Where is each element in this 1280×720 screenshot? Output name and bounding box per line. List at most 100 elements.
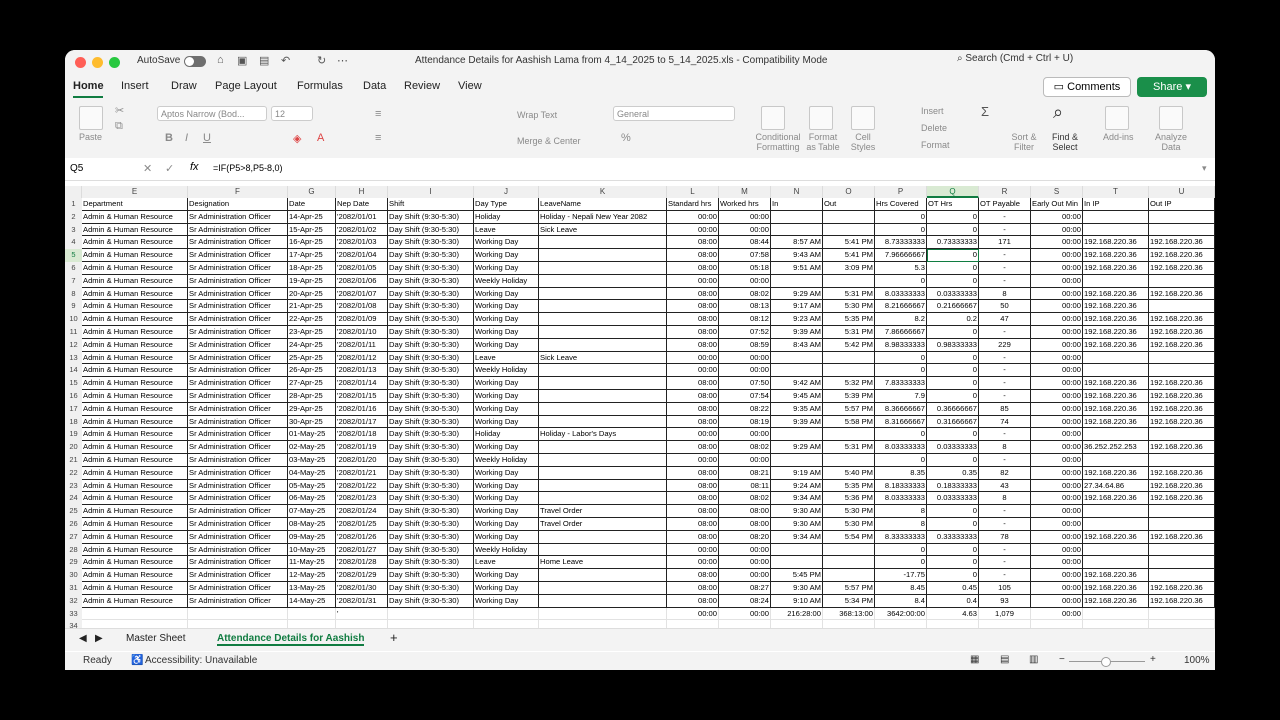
table-cell[interactable] bbox=[188, 607, 288, 621]
table-cell[interactable]: 192.168.220.36 bbox=[1149, 530, 1215, 544]
addins-icon[interactable] bbox=[1105, 106, 1129, 130]
row-header[interactable]: 27 bbox=[65, 530, 82, 544]
table-cell[interactable] bbox=[1083, 505, 1149, 518]
percent-icon[interactable]: % bbox=[621, 132, 631, 144]
table-cell[interactable]: 00:00 bbox=[667, 543, 719, 557]
table-cell[interactable]: Sr Administration Officer bbox=[188, 466, 288, 480]
table-cell[interactable]: Admin & Human Resource bbox=[82, 530, 188, 544]
header-cell[interactable]: LeaveName bbox=[539, 198, 667, 211]
table-cell[interactable] bbox=[1083, 274, 1149, 288]
table-cell[interactable]: 192.168.220.36 bbox=[1083, 326, 1149, 339]
table-cell[interactable]: Weekly Holiday bbox=[474, 543, 539, 557]
table-cell[interactable]: Sr Administration Officer bbox=[188, 543, 288, 557]
zoom-level[interactable]: 100% bbox=[1184, 655, 1210, 666]
table-cell[interactable]: Working Day bbox=[474, 338, 539, 352]
table-cell[interactable] bbox=[823, 543, 875, 557]
header-cell[interactable]: Department bbox=[82, 198, 188, 211]
table-cell[interactable] bbox=[823, 351, 875, 365]
table-cell[interactable]: 08:12 bbox=[719, 313, 771, 326]
find-select-label[interactable]: Find & Select bbox=[1051, 132, 1079, 152]
comments-button[interactable]: ▭ Comments bbox=[1043, 77, 1131, 97]
table-cell[interactable]: Day Shift (9:30-5:30) bbox=[388, 300, 474, 314]
table-cell[interactable]: 08:13 bbox=[719, 300, 771, 314]
table-cell[interactable]: 9:51 AM bbox=[771, 262, 823, 275]
table-cell[interactable]: 00:00 bbox=[1031, 518, 1083, 531]
table-cell[interactable]: 08:00 bbox=[667, 518, 719, 531]
table-cell[interactable]: 192.168.220.36 bbox=[1149, 402, 1215, 416]
table-cell[interactable]: Sr Administration Officer bbox=[188, 428, 288, 442]
cell-styles-icon[interactable] bbox=[851, 106, 875, 130]
table-cell[interactable]: '2082/01/15 bbox=[336, 390, 388, 403]
table-cell[interactable]: 00:00 bbox=[1031, 223, 1083, 237]
table-cell[interactable]: 8.33333333 bbox=[875, 530, 927, 544]
table-cell[interactable]: 00:00 bbox=[1031, 428, 1083, 442]
table-cell[interactable]: 3:09 PM bbox=[823, 262, 875, 275]
table-cell[interactable]: 0 bbox=[927, 390, 979, 403]
format-as-table-icon[interactable] bbox=[809, 106, 833, 130]
table-cell[interactable]: Day Shift (9:30-5:30) bbox=[388, 249, 474, 262]
table-cell[interactable]: Working Day bbox=[474, 313, 539, 326]
table-cell[interactable]: Sr Administration Officer bbox=[188, 300, 288, 314]
font-size-select[interactable]: 12 bbox=[271, 106, 313, 121]
table-cell[interactable]: 105 bbox=[979, 582, 1031, 595]
table-cell[interactable]: 192.168.220.36 bbox=[1083, 402, 1149, 416]
table-cell[interactable]: 0.18333333 bbox=[927, 479, 979, 493]
table-cell[interactable]: 9:34 AM bbox=[771, 492, 823, 506]
table-cell[interactable]: Day Shift (9:30-5:30) bbox=[388, 466, 474, 480]
font-name-select[interactable]: Aptos Narrow (Bod... bbox=[157, 106, 267, 121]
table-cell[interactable]: - bbox=[979, 556, 1031, 570]
table-cell[interactable]: Working Day bbox=[474, 466, 539, 480]
table-cell[interactable]: 8.03333333 bbox=[875, 492, 927, 506]
table-cell[interactable]: 8.98333333 bbox=[875, 338, 927, 352]
table-cell[interactable]: 192.168.220.36 bbox=[1083, 530, 1149, 544]
table-cell[interactable]: Working Day bbox=[474, 249, 539, 262]
sheet-tab-attendance[interactable]: Attendance Details for Aashish bbox=[217, 633, 365, 646]
table-cell[interactable]: 9:10 AM bbox=[771, 594, 823, 608]
table-cell[interactable]: '2082/01/26 bbox=[336, 530, 388, 544]
zoom-out-icon[interactable]: − bbox=[1059, 654, 1065, 665]
table-cell[interactable] bbox=[823, 569, 875, 582]
header-cell[interactable]: Date bbox=[288, 198, 336, 211]
table-cell[interactable]: 15-Apr-25 bbox=[288, 223, 336, 237]
table-cell[interactable]: Travel Order bbox=[539, 518, 667, 531]
table-cell[interactable]: 08:00 bbox=[667, 249, 719, 262]
table-cell[interactable]: 229 bbox=[979, 338, 1031, 352]
table-cell[interactable] bbox=[1083, 518, 1149, 531]
table-cell[interactable] bbox=[539, 402, 667, 416]
table-cell[interactable]: 00:00 bbox=[1031, 300, 1083, 314]
table-cell[interactable] bbox=[1149, 454, 1215, 467]
align-top-icon[interactable]: ≡ bbox=[375, 108, 381, 120]
table-cell[interactable]: Day Shift (9:30-5:30) bbox=[388, 223, 474, 237]
table-cell[interactable]: -17.75 bbox=[875, 569, 927, 582]
table-cell[interactable] bbox=[388, 607, 474, 621]
table-cell[interactable]: Holiday - Nepali New Year 2082 bbox=[539, 210, 667, 224]
row-header[interactable]: 15 bbox=[65, 377, 82, 390]
table-cell[interactable]: 0 bbox=[875, 351, 927, 365]
table-cell[interactable]: 08:24 bbox=[719, 594, 771, 608]
table-cell[interactable]: 08:00 bbox=[667, 582, 719, 595]
table-cell[interactable]: 192.168.220.36 bbox=[1149, 326, 1215, 339]
table-cell[interactable]: 0 bbox=[927, 428, 979, 442]
table-cell[interactable]: 0 bbox=[927, 505, 979, 518]
table-cell[interactable] bbox=[539, 377, 667, 390]
more-icon[interactable]: ⋯ bbox=[337, 54, 348, 67]
header-cell[interactable]: OT Payable bbox=[979, 198, 1031, 211]
table-cell[interactable]: Day Shift (9:30-5:30) bbox=[388, 441, 474, 454]
table-cell[interactable]: 9:39 AM bbox=[771, 326, 823, 339]
table-cell[interactable]: 00:00 bbox=[719, 454, 771, 467]
table-cell[interactable]: - bbox=[979, 274, 1031, 288]
table-cell[interactable]: Admin & Human Resource bbox=[82, 556, 188, 570]
table-cell[interactable]: 14-Apr-25 bbox=[288, 210, 336, 224]
table-cell[interactable]: Day Shift (9:30-5:30) bbox=[388, 287, 474, 301]
table-cell[interactable]: 93 bbox=[979, 594, 1031, 608]
column-header[interactable]: H bbox=[336, 186, 388, 198]
table-cell[interactable] bbox=[1149, 569, 1215, 582]
row-header[interactable]: 23 bbox=[65, 479, 82, 493]
table-cell[interactable]: 5:31 PM bbox=[823, 326, 875, 339]
table-cell[interactable]: 192.168.220.36 bbox=[1083, 377, 1149, 390]
table-cell[interactable]: 9:30 AM bbox=[771, 505, 823, 518]
bold-icon[interactable]: B bbox=[165, 132, 173, 144]
table-cell[interactable]: 5:54 PM bbox=[823, 530, 875, 544]
table-cell[interactable]: Leave bbox=[474, 223, 539, 237]
table-cell[interactable]: 0.98333333 bbox=[927, 338, 979, 352]
